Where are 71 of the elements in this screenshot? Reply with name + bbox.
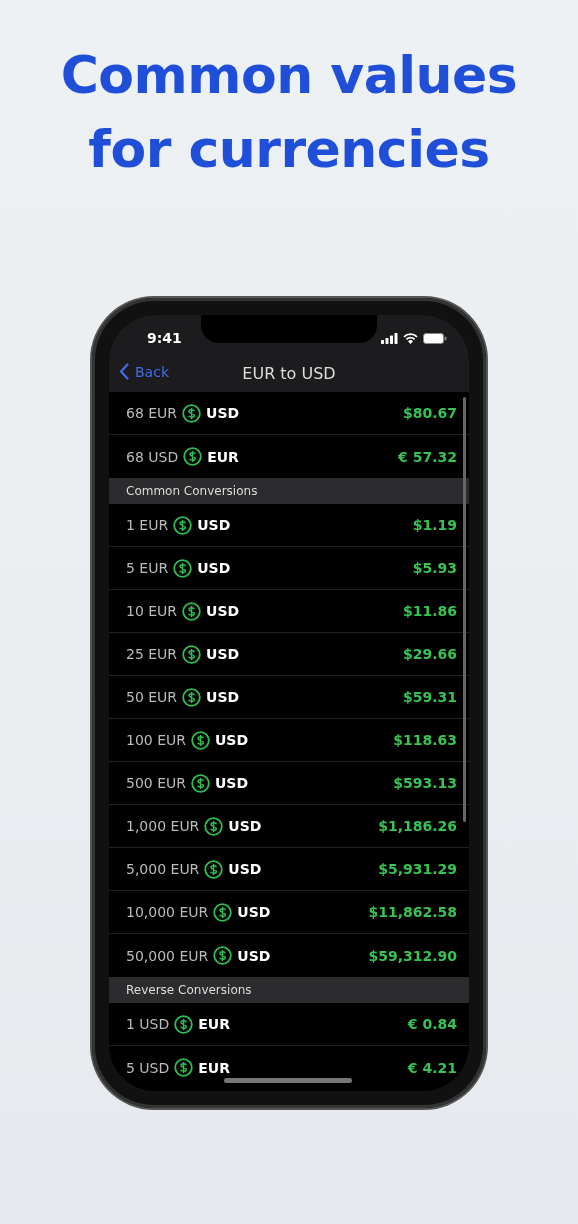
currency-code: USD xyxy=(215,775,249,791)
dollar-coin-icon xyxy=(174,1058,194,1077)
converted-value: € 57.32 xyxy=(398,448,457,465)
section-header: Reverse Conversions xyxy=(109,977,469,1003)
battery-icon xyxy=(423,332,447,344)
dollar-coin-icon xyxy=(182,644,202,664)
converted-value: $80.67 xyxy=(402,405,457,421)
amount-label: 5,000 EUR xyxy=(126,861,200,877)
dollar-coin-icon xyxy=(173,558,193,578)
dollar-coin-icon xyxy=(204,859,224,879)
converted-value: $59.31 xyxy=(402,689,457,705)
dollar-coin-icon xyxy=(173,515,193,535)
dollar-coin-icon xyxy=(213,946,233,965)
currency-code: EUR xyxy=(207,448,239,465)
currency-code: USD xyxy=(237,947,271,964)
converted-value: $593.13 xyxy=(393,775,457,791)
converted-value: € 0.84 xyxy=(407,1016,457,1032)
dollar-coin-icon xyxy=(183,447,203,466)
status-time: 9:41 xyxy=(147,330,182,346)
amount-label: 50 EUR xyxy=(126,689,178,705)
converted-value: € 4.21 xyxy=(407,1059,457,1076)
currency-code: EUR xyxy=(198,1059,230,1076)
converted-value: $11,862.58 xyxy=(368,904,457,920)
headline: for currencies xyxy=(88,118,490,181)
converted-value: $5.93 xyxy=(412,560,457,576)
dollar-coin-icon xyxy=(182,403,202,423)
back-button[interactable]: Back xyxy=(119,363,169,380)
currency-code: USD xyxy=(197,560,231,576)
chevron-left-icon xyxy=(119,363,129,380)
signal-icon xyxy=(381,332,398,344)
amount-label: 10,000 EUR xyxy=(126,904,209,920)
amount-label: 100 EUR xyxy=(126,732,186,748)
currency-code: USD xyxy=(228,818,262,834)
converted-value: $1.19 xyxy=(412,517,457,533)
dollar-coin-icon xyxy=(191,730,210,750)
currency-code: USD xyxy=(206,646,240,662)
amount-label: 500 EUR xyxy=(126,775,186,791)
amount-label: 68 USD xyxy=(126,448,179,465)
amount-label: 10 EUR xyxy=(126,603,178,619)
currency-code: USD xyxy=(206,405,240,421)
wifi-icon xyxy=(403,332,418,344)
amount-label: 1,000 EUR xyxy=(126,818,200,834)
currency-code: USD xyxy=(206,603,240,619)
headline: Common values xyxy=(60,44,518,107)
converted-value: $11.86 xyxy=(402,603,457,619)
amount-label: 50,000 EUR xyxy=(126,947,209,964)
converted-value: $1,186.26 xyxy=(378,818,457,834)
currency-code: USD xyxy=(215,732,249,748)
amount-label: 5 EUR xyxy=(126,560,169,576)
dollar-coin-icon xyxy=(182,601,202,621)
dollar-coin-icon xyxy=(182,687,202,707)
dollar-coin-icon xyxy=(191,773,210,793)
amount-label: 1 EUR xyxy=(126,517,169,533)
dollar-coin-icon xyxy=(204,816,224,836)
converted-value: $5,931.29 xyxy=(378,861,457,877)
currency-code: EUR xyxy=(198,1016,230,1032)
amount-label: 1 USD xyxy=(126,1016,170,1032)
dollar-coin-icon xyxy=(213,902,233,922)
currency-code: USD xyxy=(237,904,271,920)
dollar-coin-icon xyxy=(174,1014,194,1034)
converted-value: $118.63 xyxy=(393,732,457,748)
amount-label: 25 EUR xyxy=(126,646,178,662)
amount-label: 68 EUR xyxy=(126,405,178,421)
amount-label: 5 USD xyxy=(126,1059,170,1076)
currency-code: USD xyxy=(228,861,262,877)
currency-code: USD xyxy=(197,517,231,533)
screen-title: EUR to USD xyxy=(242,364,336,383)
section-header: Common Conversions xyxy=(109,478,469,504)
converted-value: $29.66 xyxy=(402,646,457,662)
currency-code: USD xyxy=(206,689,240,705)
converted-value: $59,312.90 xyxy=(368,947,457,964)
